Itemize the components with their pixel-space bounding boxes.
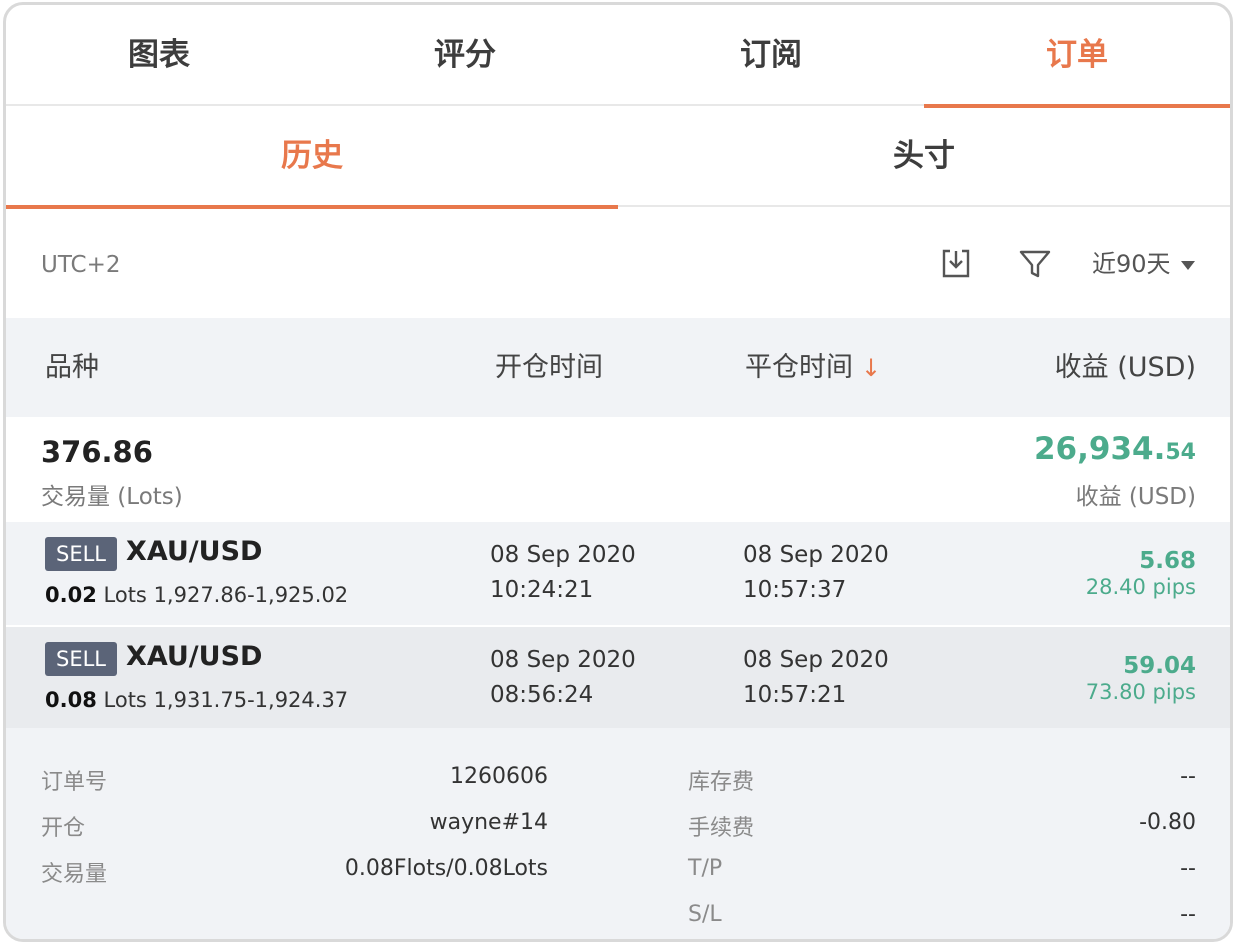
detail-label-tp: T/P [688,856,723,881]
open-time: 10:24:21 [490,577,594,603]
detail-value-sl: -- [1180,902,1196,927]
detail-value-commission: -0.80 [1139,810,1196,835]
trade-pips: 73.80 pips [1085,680,1196,704]
table-row[interactable]: SELL XAU/USD 0.02 Lots 1,927.86-1,925.02… [6,522,1230,625]
close-datetime: 08 Sep 2020 10:57:37 [743,538,889,608]
close-date: 08 Sep 2020 [743,647,889,673]
column-header-symbol: 品种 [45,352,99,383]
price-range: 1,931.75-1,924.37 [153,688,349,712]
top-tab-bar: 图表 评分 订阅 订单 [6,5,1230,108]
tab-subscribe[interactable]: 订阅 [618,5,924,106]
filter-icon[interactable] [1018,247,1052,281]
total-profit-label: 收益 (USD) [1075,484,1196,510]
close-datetime: 08 Sep 2020 10:57:21 [743,643,889,713]
lots-value: 0.08 [45,688,97,712]
trade-profit: 59.04 [1123,653,1196,679]
lots-unit: Lots [103,583,147,607]
detail-value-volume: 0.08Flots/0.08Lots [344,856,548,881]
side-badge: SELL [45,537,117,571]
table-row[interactable]: SELL XAU/USD 0.08 Lots 1,931.75-1,924.37… [6,625,1230,728]
detail-value-swap: -- [1180,764,1196,789]
total-lots: 376.86 [41,435,153,469]
total-lots-label: 交易量 (Lots) [41,484,183,510]
detail-label-swap: 库存费 [688,770,755,795]
tab-positions[interactable]: 头寸 [618,106,1230,207]
column-header-close-time[interactable]: 平仓时间 ↓ [745,318,881,418]
tab-rating[interactable]: 评分 [312,5,618,106]
download-icon[interactable] [939,247,973,281]
open-time: 08:56:24 [490,682,594,708]
symbol-label: XAU/USD [126,536,263,567]
sub-tab-bar: 历史 头寸 [6,106,1230,209]
price-range: 1,927.86-1,925.02 [153,583,349,607]
lots-line: 0.08 Lots 1,931.75-1,924.37 [45,688,348,712]
detail-label-commission: 手续费 [688,816,755,841]
summary-row: 376.86 交易量 (Lots) 26,934.54 收益 (USD) [6,417,1230,522]
detail-label-open: 开仓 [41,816,86,841]
open-date: 08 Sep 2020 [490,542,636,568]
total-profit-int: 26,934. [1033,431,1166,467]
column-header-open-time: 开仓时间 [495,352,603,383]
total-profit: 26,934.54 [1034,431,1196,467]
timezone-label: UTC+2 [41,252,121,278]
detail-label-order-no: 订单号 [41,770,108,795]
close-date: 08 Sep 2020 [743,542,889,568]
trade-profit: 5.68 [1139,548,1196,574]
date-range-select[interactable]: 近90天 [1092,208,1195,321]
lots-unit: Lots [103,688,147,712]
open-date: 08 Sep 2020 [490,647,636,673]
trade-pips: 28.40 pips [1085,575,1196,599]
side-badge: SELL [45,642,117,676]
order-details: 订单号 1260606 开仓 wayne#14 交易量 0.08Flots/0.… [6,728,1230,939]
date-range-label: 近90天 [1092,250,1171,278]
table-header: 品种 开仓时间 平仓时间 ↓ 收益 (USD) [6,318,1230,417]
open-datetime: 08 Sep 2020 08:56:24 [490,643,636,713]
toolbar: UTC+2 近90天 [6,208,1230,318]
sort-down-icon: ↓ [861,354,882,382]
detail-value-open: wayne#14 [429,810,548,835]
lots-line: 0.02 Lots 1,927.86-1,925.02 [45,583,348,607]
symbol-label: XAU/USD [126,641,263,672]
detail-value-tp: -- [1180,856,1196,881]
tab-orders[interactable]: 订单 [924,5,1230,108]
detail-label-volume: 交易量 [41,862,108,887]
detail-label-sl: S/L [688,902,722,927]
lots-value: 0.02 [45,583,97,607]
close-time: 10:57:21 [743,682,847,708]
column-header-close-time-label: 平仓时间 [745,352,853,383]
tab-history[interactable]: 历史 [6,106,618,209]
total-profit-dec: 54 [1165,440,1196,465]
orders-panel: 图表 评分 订阅 订单 历史 头寸 UTC+2 近90天 品种 开仓时间 平仓时… [3,2,1233,942]
column-header-profit: 收益 (USD) [1054,352,1196,383]
detail-value-order-no: 1260606 [450,764,548,789]
tab-chart[interactable]: 图表 [6,5,312,106]
close-time: 10:57:37 [743,577,847,603]
caret-down-icon [1180,260,1195,270]
open-datetime: 08 Sep 2020 10:24:21 [490,538,636,608]
